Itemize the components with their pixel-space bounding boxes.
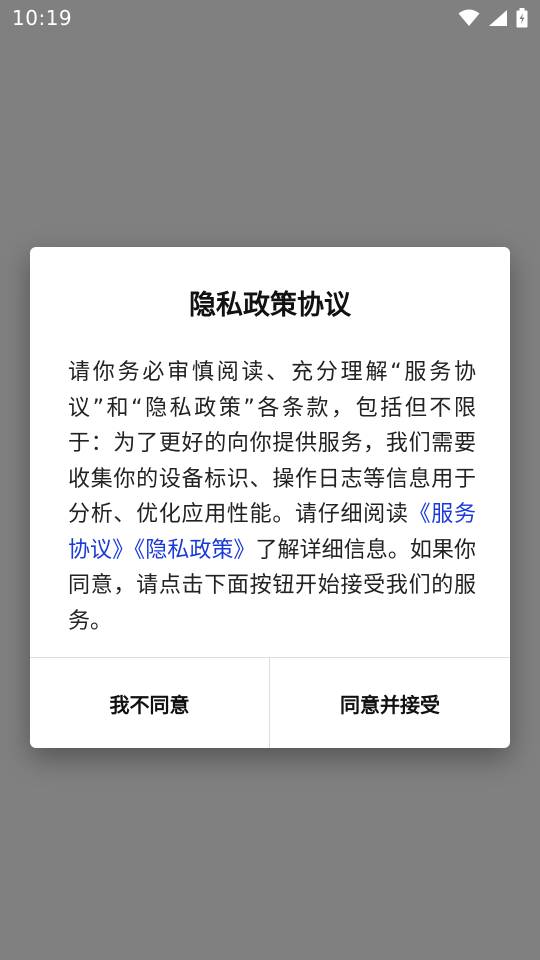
status-bar: 10:19 xyxy=(0,0,540,36)
dialog-body: 请你务必审慎阅读、充分理解“服务协议”和“隐私政策”各条款，包括但不限于：为了更… xyxy=(68,355,476,639)
signal-icon xyxy=(488,9,508,27)
status-time: 10:19 xyxy=(12,6,73,30)
privacy-policy-dialog: 隐私政策协议 请你务必审慎阅读、充分理解“服务协议”和“隐私政策”各条款，包括但… xyxy=(30,247,510,748)
accept-button[interactable]: 同意并接受 xyxy=(270,658,510,748)
status-icons xyxy=(458,8,528,28)
privacy-policy-link[interactable]: 《隐私政策》 xyxy=(134,538,255,563)
decline-button[interactable]: 我不同意 xyxy=(30,658,269,748)
battery-charging-icon xyxy=(516,8,528,28)
dialog-title: 隐私政策协议 xyxy=(189,290,351,321)
wifi-icon xyxy=(458,9,480,27)
